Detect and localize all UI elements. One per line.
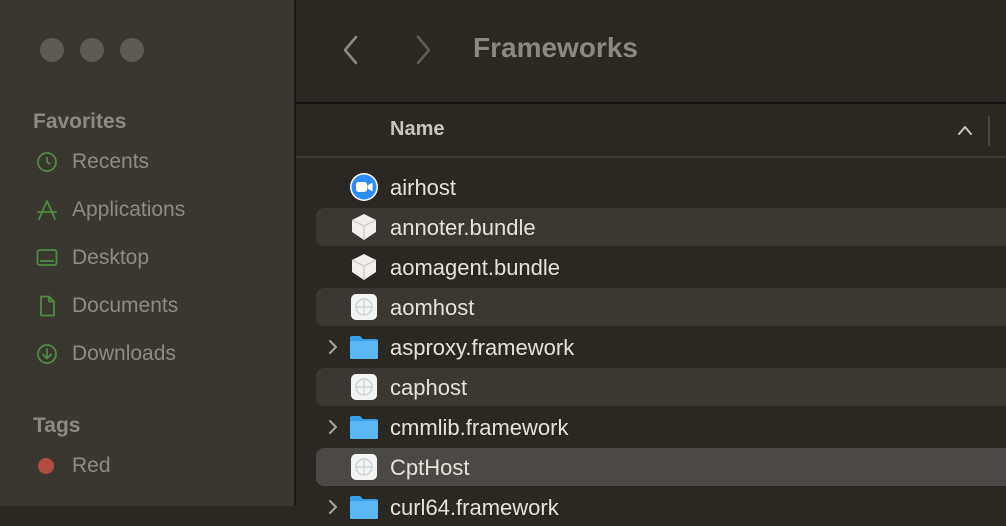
file-row-aomhost[interactable]: aomhost <box>316 288 1006 326</box>
sidebar-item-downloads[interactable]: Downloads <box>34 336 176 372</box>
chevron-left-icon <box>343 35 358 65</box>
sidebar: Favorites Recents Applications Desktop D… <box>0 0 296 506</box>
zoom-app-icon <box>350 173 378 201</box>
disclosure-chevron-icon[interactable] <box>326 497 340 517</box>
minimize-window-button[interactable] <box>80 38 104 62</box>
sidebar-item-documents[interactable]: Documents <box>34 288 178 324</box>
sidebar-item-label: Red <box>72 454 111 477</box>
column-header: Name <box>296 104 1006 158</box>
sidebar-item-label: Desktop <box>72 246 150 269</box>
folder-icon <box>350 416 378 439</box>
window-title: Frameworks <box>473 32 638 63</box>
forward-button[interactable] <box>408 30 438 70</box>
sidebar-item-tag-red[interactable]: Red <box>34 448 111 484</box>
toolbar: Frameworks <box>296 0 1006 104</box>
file-name: aomagent.bundle <box>390 255 561 280</box>
download-icon <box>34 341 60 367</box>
clock-icon <box>34 149 60 175</box>
file-name: annoter.bundle <box>390 215 536 240</box>
document-icon <box>34 293 60 319</box>
file-browser: Frameworks Name airhost annoter.bundle a… <box>296 0 1006 520</box>
file-name: asproxy.framework <box>390 335 575 360</box>
sidebar-item-label: Recents <box>72 150 150 173</box>
sidebar-item-label: Downloads <box>72 342 176 365</box>
zoom-window-button[interactable] <box>120 38 144 62</box>
name-column-header[interactable]: Name <box>390 118 444 141</box>
sidebar-item-label: Applications <box>72 198 186 221</box>
file-row-cmmlib-framework[interactable]: cmmlib.framework <box>316 408 1006 446</box>
sort-ascending-icon[interactable] <box>956 124 974 136</box>
file-name: caphost <box>390 375 468 400</box>
file-row-caphost[interactable]: caphost <box>316 368 1006 406</box>
file-row-airhost[interactable]: airhost <box>316 168 1006 206</box>
file-name: cmmlib.framework <box>390 415 569 440</box>
disclosure-chevron-icon[interactable] <box>326 417 340 437</box>
column-divider[interactable] <box>988 116 990 146</box>
file-row-cpthost[interactable]: CptHost <box>316 448 1006 486</box>
sidebar-item-applications[interactable]: Applications <box>34 192 185 228</box>
file-name: CptHost <box>390 455 470 480</box>
file-row-annoter-bundle[interactable]: annoter.bundle <box>316 208 1006 246</box>
chevron-right-icon <box>416 35 431 65</box>
disclosure-chevron-icon[interactable] <box>326 337 340 357</box>
bundle-icon <box>351 254 377 280</box>
sidebar-item-recents[interactable]: Recents <box>34 144 149 180</box>
bundle-icon <box>351 214 377 240</box>
folder-icon <box>350 336 378 359</box>
executable-icon <box>351 374 377 400</box>
desktop-icon <box>34 245 60 271</box>
sidebar-item-label: Documents <box>72 294 179 317</box>
back-button[interactable] <box>336 30 366 70</box>
executable-icon <box>351 454 377 480</box>
file-name: airhost <box>390 175 457 200</box>
file-name: curl64.framework <box>390 495 559 520</box>
close-window-button[interactable] <box>40 38 64 62</box>
window-controls <box>40 38 144 62</box>
executable-icon <box>351 294 377 320</box>
file-row-asproxy-framework[interactable]: asproxy.framework <box>316 328 1006 366</box>
tags-heading: Tags <box>33 414 81 437</box>
red-tag-icon <box>38 458 54 474</box>
sidebar-item-desktop[interactable]: Desktop <box>34 240 149 276</box>
file-row-aomagent-bundle[interactable]: aomagent.bundle <box>316 248 1006 286</box>
applications-icon <box>34 197 60 223</box>
folder-icon <box>350 496 378 519</box>
file-name: aomhost <box>390 295 475 320</box>
file-row-curl64-framework[interactable]: curl64.framework <box>316 488 1006 526</box>
favorites-heading: Favorites <box>33 110 127 133</box>
